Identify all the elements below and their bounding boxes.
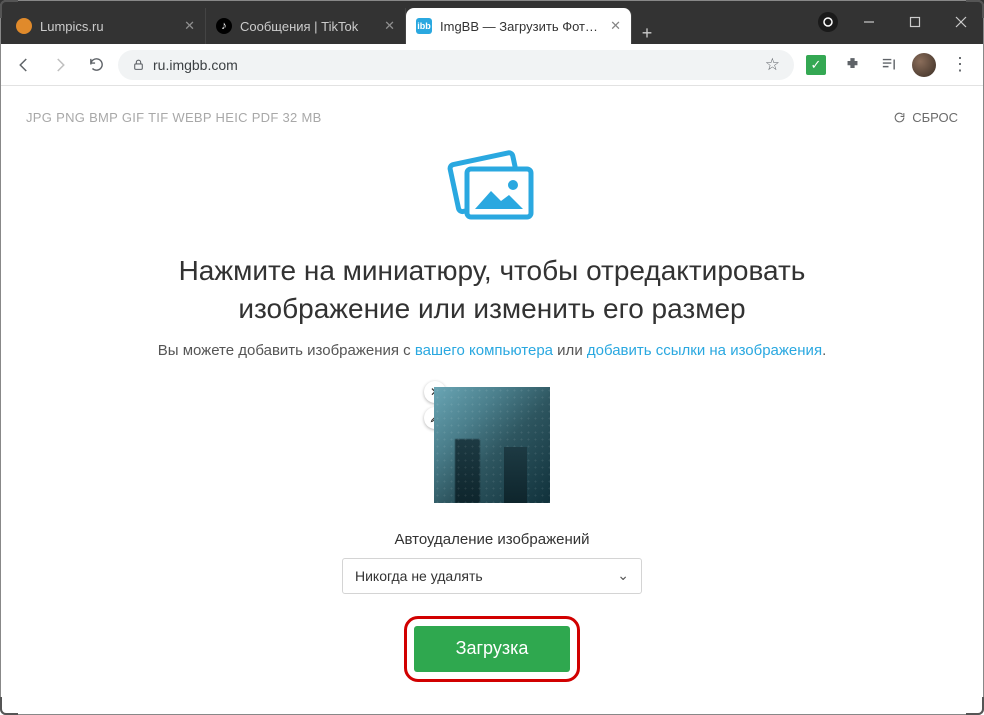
- imgbb-logo-icon: [437, 143, 547, 238]
- close-icon[interactable]: ✕: [384, 18, 395, 34]
- browser-tabs: Lumpics.ru ✕ ♪ Сообщения | TikTok ✕ ibb …: [0, 0, 812, 44]
- supported-formats: JPG PNG BMP GIF TIF WEBP HEIC PDF 32 MB: [26, 110, 958, 125]
- lead-fragment: .: [822, 342, 826, 359]
- back-button[interactable]: [10, 51, 38, 79]
- page-content: JPG PNG BMP GIF TIF WEBP HEIC PDF 32 MB …: [0, 86, 984, 682]
- autodelete-select[interactable]: Никогда не удалять ⌄: [342, 558, 642, 594]
- image-thumbnail[interactable]: ✕: [434, 387, 550, 503]
- window-titlebar: Lumpics.ru ✕ ♪ Сообщения | TikTok ✕ ibb …: [0, 0, 984, 44]
- new-tab-button[interactable]: +: [632, 23, 662, 44]
- heading-line: Нажмите на миниатюру, чтобы отредактиров…: [179, 255, 806, 286]
- close-icon[interactable]: ✕: [184, 18, 195, 34]
- upload-highlight: Загрузка: [404, 616, 580, 682]
- extensions-icon[interactable]: [838, 51, 866, 79]
- reload-button[interactable]: [82, 51, 110, 79]
- extension-check[interactable]: ✓: [802, 51, 830, 79]
- menu-button[interactable]: ⋮: [946, 51, 974, 79]
- lead-fragment: или: [553, 342, 587, 359]
- heading-line: изображение или изменить его размер: [238, 293, 745, 324]
- chevron-down-icon: ⌄: [617, 567, 629, 584]
- select-value: Никогда не удалять: [355, 568, 483, 584]
- close-icon[interactable]: ✕: [610, 18, 621, 34]
- profile-avatar[interactable]: [910, 51, 938, 79]
- maximize-button[interactable]: [892, 0, 938, 44]
- url-text: ru.imgbb.com: [153, 57, 238, 73]
- thumbnail-image: [434, 387, 550, 503]
- tab-label: Lumpics.ru: [40, 19, 178, 34]
- reset-label: СБРОС: [912, 110, 958, 125]
- window-controls: [846, 0, 984, 44]
- add-urls-link[interactable]: добавить ссылки на изображения: [587, 342, 822, 359]
- forward-button[interactable]: [46, 51, 74, 79]
- tab-imgbb[interactable]: ibb ImgBB — Загрузить Фото — X ✕: [406, 8, 632, 44]
- favicon-imgbb: ibb: [416, 18, 432, 34]
- tab-label: Сообщения | TikTok: [240, 19, 378, 34]
- browser-toolbar: ru.imgbb.com ☆ ✓ ⋮: [0, 44, 984, 86]
- lead-fragment: Вы можете добавить изображения с: [158, 342, 415, 359]
- refresh-icon: [893, 111, 906, 124]
- favicon-tiktok: ♪: [216, 18, 232, 34]
- upload-button[interactable]: Загрузка: [414, 626, 570, 672]
- tab-label: ImgBB — Загрузить Фото — X: [440, 19, 604, 34]
- close-button[interactable]: [938, 0, 984, 44]
- minimize-button[interactable]: [846, 0, 892, 44]
- reset-button[interactable]: СБРОС: [893, 110, 958, 125]
- star-icon[interactable]: ☆: [765, 55, 780, 75]
- media-control-icon[interactable]: [818, 12, 838, 32]
- address-bar[interactable]: ru.imgbb.com ☆: [118, 50, 794, 80]
- page-heading: Нажмите на миниатюру, чтобы отредактиров…: [26, 252, 958, 328]
- autodelete-label: Автоудаление изображений: [26, 531, 958, 548]
- reading-list-icon[interactable]: [874, 51, 902, 79]
- tab-lumpics[interactable]: Lumpics.ru ✕: [6, 8, 206, 44]
- tab-tiktok[interactable]: ♪ Сообщения | TikTok ✕: [206, 8, 406, 44]
- favicon-lumpics: [16, 18, 32, 34]
- lead-text: Вы можете добавить изображения с вашего …: [26, 342, 958, 359]
- lock-icon: [132, 58, 145, 71]
- from-computer-link[interactable]: вашего компьютера: [415, 342, 553, 359]
